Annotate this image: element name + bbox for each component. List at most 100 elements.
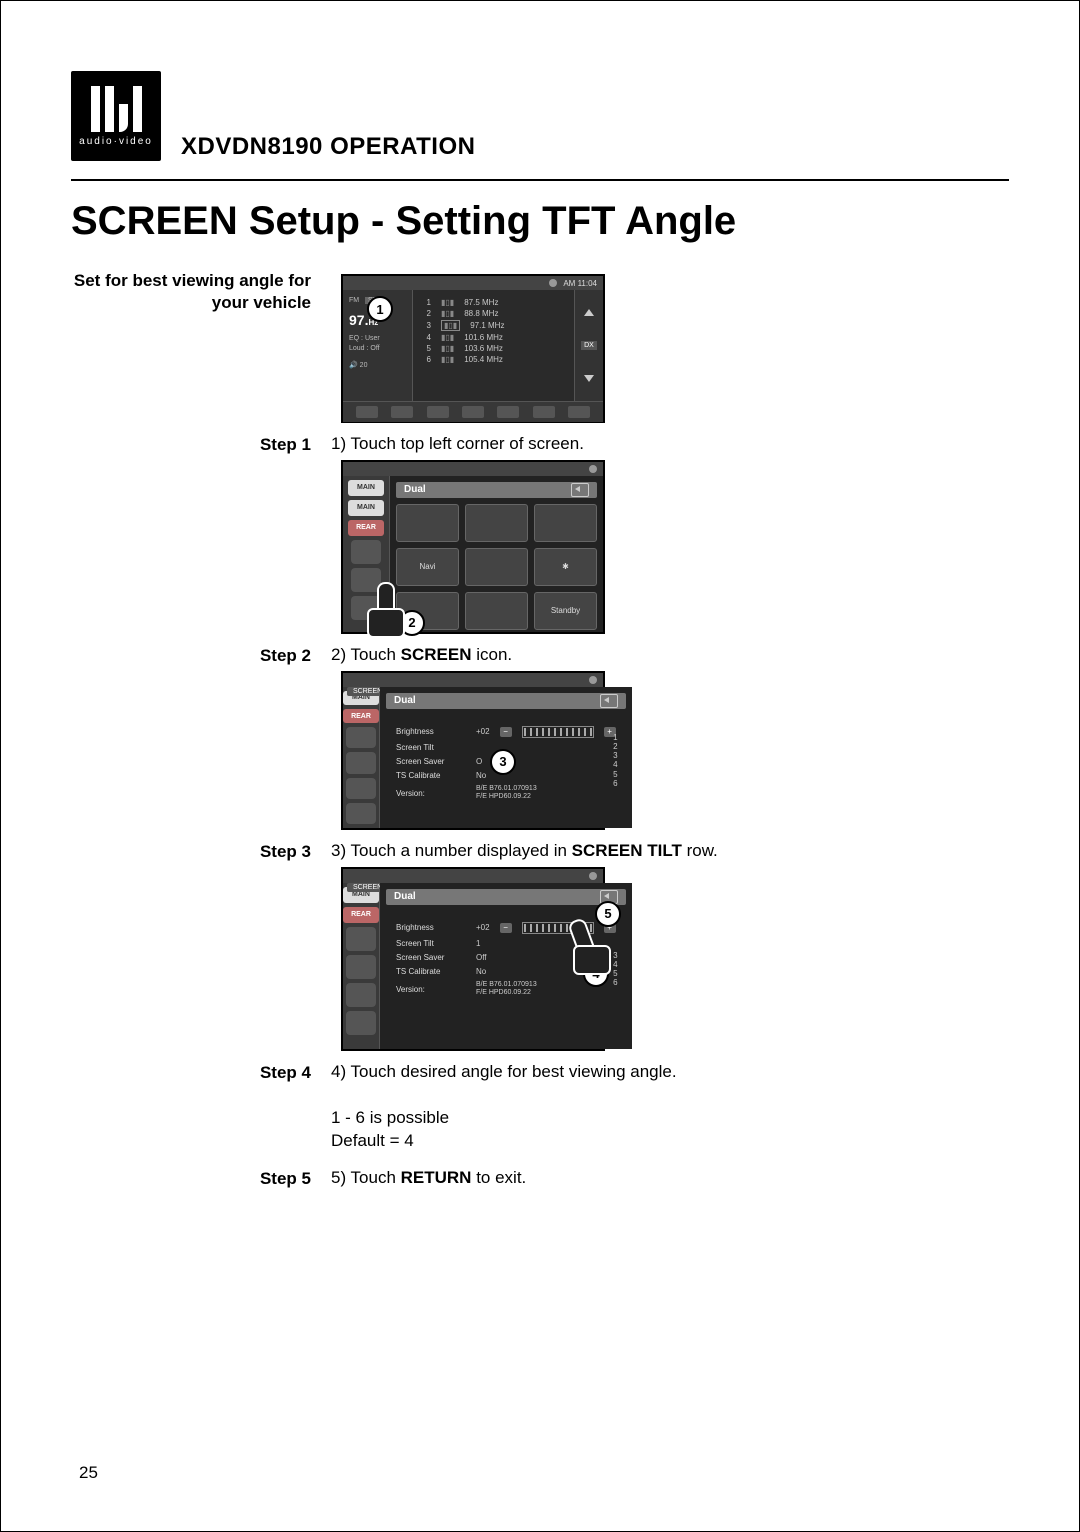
- step-2-text: 2) Touch SCREEN icon.: [331, 644, 512, 667]
- tilt-number-column: 1 2 3 4 5 6: [613, 733, 617, 788]
- calib-label: TS Calibrate: [396, 967, 466, 976]
- calib-value: No: [476, 967, 486, 976]
- radio-vol: 20: [360, 362, 368, 369]
- header-rule: [71, 179, 1009, 181]
- side-main-button: MAIN: [348, 480, 384, 496]
- step-3-row: Step 3 3) Touch a number displayed in SC…: [71, 840, 1009, 863]
- step-2-pre: 2) Touch: [331, 645, 401, 664]
- screenshot-screen-settings-2: SCREEN MAIN REAR Dual Brightness+02−+ Sc…: [341, 867, 605, 1051]
- step-5-pre: 5) Touch: [331, 1168, 401, 1187]
- tilt-num: 1: [613, 733, 617, 742]
- calib-value: No: [476, 771, 486, 780]
- brightness-label: Brightness: [396, 727, 466, 736]
- version-v1: B/E B76.01.070913: [476, 981, 537, 988]
- step-1-text: 1) Touch top left corner of screen.: [331, 433, 584, 456]
- tilt-value: 1: [476, 939, 480, 948]
- menu-tile: [465, 548, 528, 586]
- version-v2: F/E HPD60.09.22: [476, 989, 531, 996]
- brightness-label: Brightness: [396, 923, 466, 932]
- arrow-down-icon: [584, 375, 594, 382]
- step-4-text: 4) Touch desired angle for best viewing …: [331, 1061, 677, 1153]
- preset-freq: 103.6 MHz: [464, 344, 503, 353]
- version-label: Version:: [396, 985, 466, 994]
- brightness-value: +02: [476, 727, 490, 736]
- step-1-row: Step 1 1) Touch top left corner of scree…: [71, 433, 1009, 456]
- model-word: OPERATION: [330, 133, 475, 160]
- radio-button-bar: [343, 401, 603, 422]
- logo-bars-icon: [91, 86, 142, 132]
- left-column: Set for best viewing angle for your vehi…: [71, 270, 311, 433]
- antenna-icon: [589, 676, 597, 684]
- step-3-post: row.: [682, 841, 718, 860]
- radio-freq: 97.: [349, 312, 368, 328]
- model-number: XDVDN8190: [181, 133, 323, 160]
- step-2-row: Step 2 2) Touch SCREEN icon.: [71, 644, 1009, 667]
- menu-tile-bluetooth: ✱: [534, 548, 597, 586]
- step-3-text: 3) Touch a number displayed in SCREEN TI…: [331, 840, 718, 863]
- step-2-label: Step 2: [71, 644, 311, 666]
- tilt-num: 3: [613, 951, 617, 960]
- step-4-l2: 1 - 6 is possible: [331, 1108, 449, 1127]
- radio-band: FM: [349, 297, 359, 304]
- tilt-num: 3: [613, 751, 617, 760]
- arrow-up-icon: [584, 309, 594, 316]
- preset-freq: 101.6 MHz: [464, 333, 503, 342]
- content-body: Set for best viewing angle for your vehi…: [71, 270, 1009, 433]
- side-main2-button: MAIN: [348, 500, 384, 516]
- preset-list: 1▮▯▮87.5 MHz 2▮▯▮88.8 MHz 3▮▯▮97.1 MHz 4…: [413, 290, 574, 401]
- tilt-number-column: 3 4 5 6: [613, 951, 617, 988]
- step-3-pre: 3) Touch a number displayed in: [331, 841, 572, 860]
- saver-value: Off: [476, 953, 487, 962]
- registered-mark: ®: [162, 71, 169, 82]
- logo-subtext: audio·video: [79, 136, 153, 147]
- screen-header: Dual: [394, 891, 416, 902]
- antenna-icon: [549, 279, 557, 287]
- side-icon: [346, 803, 376, 824]
- step-3-bold: SCREEN TILT: [572, 841, 682, 860]
- version-v1: B/E B76.01.070913: [476, 785, 537, 792]
- step-5-bold: RETURN: [401, 1168, 472, 1187]
- side-icon: [351, 540, 381, 564]
- preset-num: 3: [421, 321, 431, 330]
- step-4-label: Step 4: [71, 1061, 311, 1083]
- intro-text: Set for best viewing angle for your vehi…: [71, 270, 311, 314]
- return-icon: [571, 483, 589, 497]
- calib-label: TS Calibrate: [396, 771, 466, 780]
- menu-tile: [396, 504, 459, 542]
- saver-label: Screen Saver: [396, 757, 466, 766]
- brightness-value: +02: [476, 923, 490, 932]
- preset-num: 6: [421, 355, 431, 364]
- antenna-icon: [589, 872, 597, 880]
- tilt-num: 5: [613, 770, 617, 779]
- step-1-label: Step 1: [71, 433, 311, 455]
- screenshot-radio: AM 11:04 FM ST 97.Hz EQ : User Loud : Of…: [341, 274, 605, 423]
- tilt-num: 2: [613, 742, 617, 751]
- side-rear-button: REAR: [343, 709, 379, 723]
- preset-freq: 97.1 MHz: [470, 321, 504, 330]
- tilt-num: 6: [613, 779, 617, 788]
- hand-pointer-icon: [569, 919, 613, 975]
- preset-num: 2: [421, 309, 431, 318]
- step-4-row: Step 4 4) Touch desired angle for best v…: [71, 1061, 1009, 1153]
- step-5-post: to exit.: [471, 1168, 526, 1187]
- preset-num: 1: [421, 298, 431, 307]
- intro-line1: Set for best viewing angle for: [74, 271, 311, 290]
- hand-pointer-icon: [363, 582, 407, 638]
- callout-3: 3: [490, 749, 516, 775]
- step-4-l3: Default = 4: [331, 1131, 414, 1150]
- version-label: Version:: [396, 789, 466, 798]
- page-number: 25: [79, 1463, 98, 1483]
- preset-num: 5: [421, 344, 431, 353]
- side-rear-button: REAR: [343, 907, 379, 923]
- saver-label: Screen Saver: [396, 953, 466, 962]
- saver-value: O: [476, 757, 482, 766]
- side-icon: [346, 752, 376, 773]
- intro-line2: your vehicle: [212, 293, 311, 312]
- step-5-row: Step 5 5) Touch RETURN to exit.: [71, 1167, 1009, 1190]
- menu-header: Dual: [404, 484, 426, 495]
- manual-page: ® audio·video XDVDN8190 OPERATION SCREEN…: [0, 0, 1080, 1532]
- side-icon: [346, 955, 376, 979]
- step-4-l1: 4) Touch desired angle for best viewing …: [331, 1062, 677, 1081]
- side-icon: [346, 1011, 376, 1035]
- minus-icon: −: [500, 727, 512, 737]
